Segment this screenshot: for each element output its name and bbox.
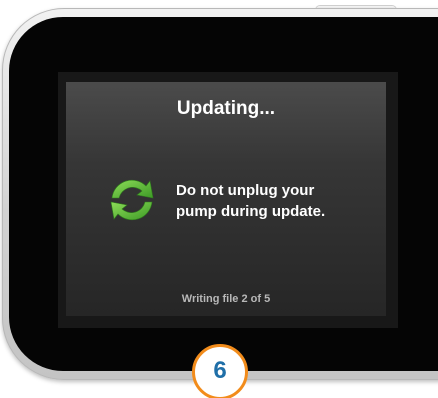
message-line-2: pump during update. xyxy=(176,203,326,220)
sync-icon xyxy=(110,179,154,221)
pump-illustration: Updating... Do not unplug your pump duri… xyxy=(0,0,438,398)
progress-status: Writing file 2 of 5 xyxy=(181,293,271,305)
message-line-1: Do not unplug your xyxy=(176,182,315,199)
step-number-badge: 6 xyxy=(192,344,248,398)
update-title: Updating... xyxy=(176,98,276,119)
update-warning-message: Do not unplug your pump during update. xyxy=(176,180,376,222)
